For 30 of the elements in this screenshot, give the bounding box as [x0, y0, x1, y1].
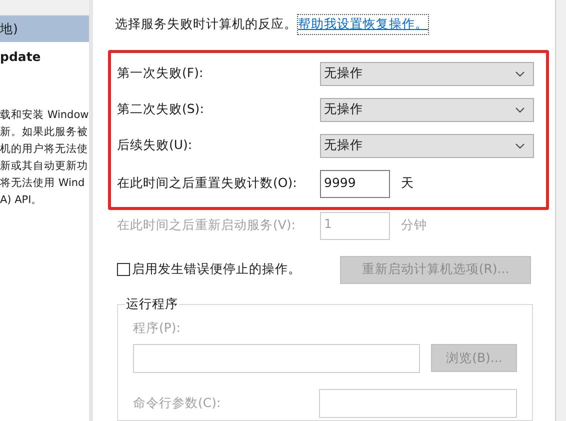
description-line: 机的用户将无法使 — [0, 142, 89, 157]
checkbox[interactable] — [117, 263, 130, 276]
service-name: pdate — [0, 48, 42, 66]
selected-service-row[interactable]: 地) — [0, 16, 89, 42]
description-line: 新。如果此服务被 — [0, 124, 89, 140]
description-line: A) API。 — [0, 192, 44, 208]
arguments-input[interactable] — [319, 388, 517, 418]
arguments-label: 命令行参数(C): — [133, 394, 221, 412]
chevron-down-icon — [515, 142, 525, 149]
days-input[interactable]: 9999 — [320, 170, 390, 198]
program-label: 程序(P): — [133, 320, 181, 335]
chevron-down-icon — [515, 106, 525, 113]
description-line: 将无法使用 Wind — [0, 176, 86, 191]
action-dropdown[interactable]: 无操作 — [320, 134, 534, 158]
checkbox-label: 启用发生错误便停止的操作。 — [132, 260, 301, 278]
field-label: 在此时间之后重新启动服务(V): — [117, 216, 297, 234]
field-label: 后续失败(U): — [117, 136, 194, 154]
field-label: 第一次失败(F): — [117, 64, 204, 82]
action-dropdown[interactable]: 无操作 — [320, 62, 534, 86]
description-line: 载和安装 Window — [0, 108, 89, 123]
program-input[interactable] — [133, 344, 420, 372]
intro-text: 选择服务失败时计算机的反应。 — [115, 15, 297, 33]
help-link[interactable]: 帮助我设置恢复操作。 — [297, 14, 429, 35]
unit-label: 天 — [401, 174, 414, 192]
description-line: 新或其自动更新功 — [0, 158, 89, 174]
field-label: 第二次失败(S): — [117, 100, 205, 118]
chevron-down-icon — [515, 70, 525, 77]
unit-label: 分钟 — [401, 216, 427, 234]
action-dropdown[interactable]: 无操作 — [320, 98, 534, 122]
field-label: 在此时间之后重置失败计数(O): — [117, 174, 298, 192]
